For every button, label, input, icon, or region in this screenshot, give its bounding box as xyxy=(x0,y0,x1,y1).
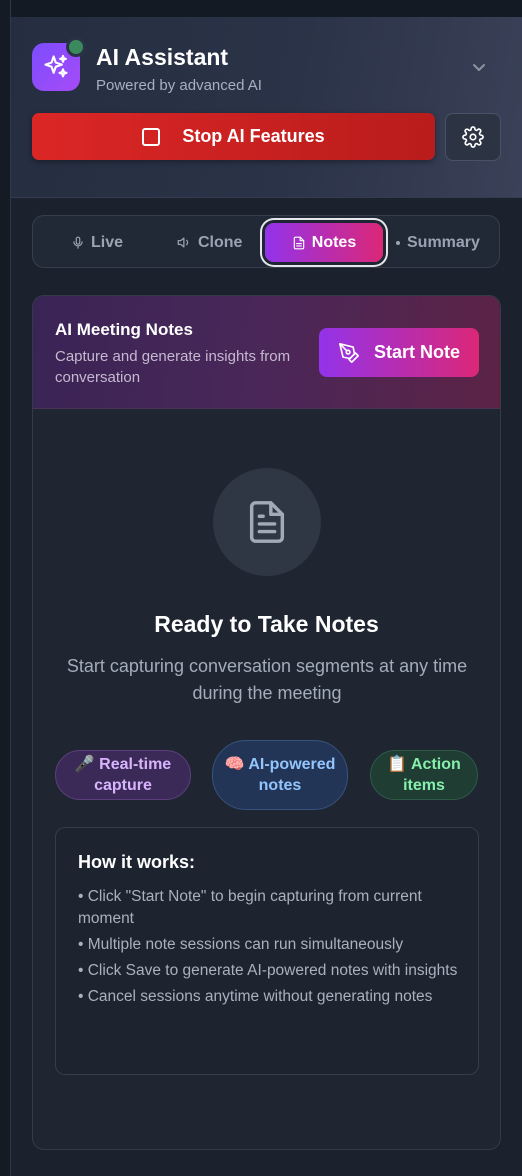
left-rail xyxy=(0,0,11,1176)
document-icon xyxy=(213,468,321,576)
list-item: Click Save to generate AI-powered notes … xyxy=(78,960,458,982)
dot-icon xyxy=(396,240,400,245)
chevron-down-icon[interactable] xyxy=(469,57,489,77)
tab-notes-label: Notes xyxy=(311,233,357,251)
mode-tabs: Live Clone Notes Summary xyxy=(32,215,500,268)
gear-icon xyxy=(462,126,484,148)
list-item: Cancel sessions anytime without generati… xyxy=(78,986,458,1008)
list-item: Multiple note sessions can run simultane… xyxy=(78,934,458,956)
app-subtitle: Powered by advanced AI xyxy=(96,77,262,94)
tab-clone-label: Clone xyxy=(198,233,243,251)
notes-panel: AI Meeting Notes Capture and generate in… xyxy=(32,295,501,1150)
speaker-icon xyxy=(177,237,189,248)
tab-clone[interactable]: Clone xyxy=(177,223,242,262)
notes-description: Capture and generate insights from conve… xyxy=(55,348,291,386)
app-title: AI Assistant xyxy=(96,44,229,70)
empty-state-title: Ready to Take Notes xyxy=(154,611,379,637)
tab-live[interactable]: Live xyxy=(71,223,123,262)
feature-chip-realtime: 🎤 Real-time capture xyxy=(55,750,191,800)
how-it-works-title: How it works: xyxy=(78,852,196,872)
feature-chip-ai-notes: 🧠 AI-powered notes xyxy=(212,740,348,810)
stop-square-icon xyxy=(142,127,161,146)
start-note-label: Start Note xyxy=(373,342,460,362)
tab-summary[interactable]: Summary xyxy=(395,223,480,262)
empty-state-description: Start capturing conversation segments at… xyxy=(66,656,468,703)
stop-ai-features-button[interactable]: Stop AI Features xyxy=(32,113,435,160)
notes-panel-header: AI Meeting Notes Capture and generate in… xyxy=(33,296,500,409)
tab-summary-label: Summary xyxy=(407,233,480,251)
pen-icon xyxy=(338,342,359,363)
mic-icon xyxy=(73,236,83,249)
start-note-button[interactable]: Start Note xyxy=(319,328,479,377)
tab-notes[interactable]: Notes xyxy=(265,223,383,262)
feature-chip-action-items: 📋 Action items xyxy=(370,750,478,800)
assistant-header: AI Assistant Powered by advanced AI Stop… xyxy=(11,17,522,198)
how-it-works-list: Click "Start Note" to begin capturing fr… xyxy=(78,886,458,1012)
document-icon xyxy=(293,236,305,249)
list-item: Click "Start Note" to begin capturing fr… xyxy=(78,886,458,930)
settings-button[interactable] xyxy=(445,113,501,161)
notes-title: AI Meeting Notes xyxy=(55,320,193,339)
top-strip xyxy=(11,0,522,17)
online-status-dot xyxy=(66,37,86,57)
how-it-works-box: How it works: Click "Start Note" to begi… xyxy=(55,827,479,1075)
stop-button-label: Stop AI Features xyxy=(182,126,325,146)
tab-live-label: Live xyxy=(91,233,124,251)
